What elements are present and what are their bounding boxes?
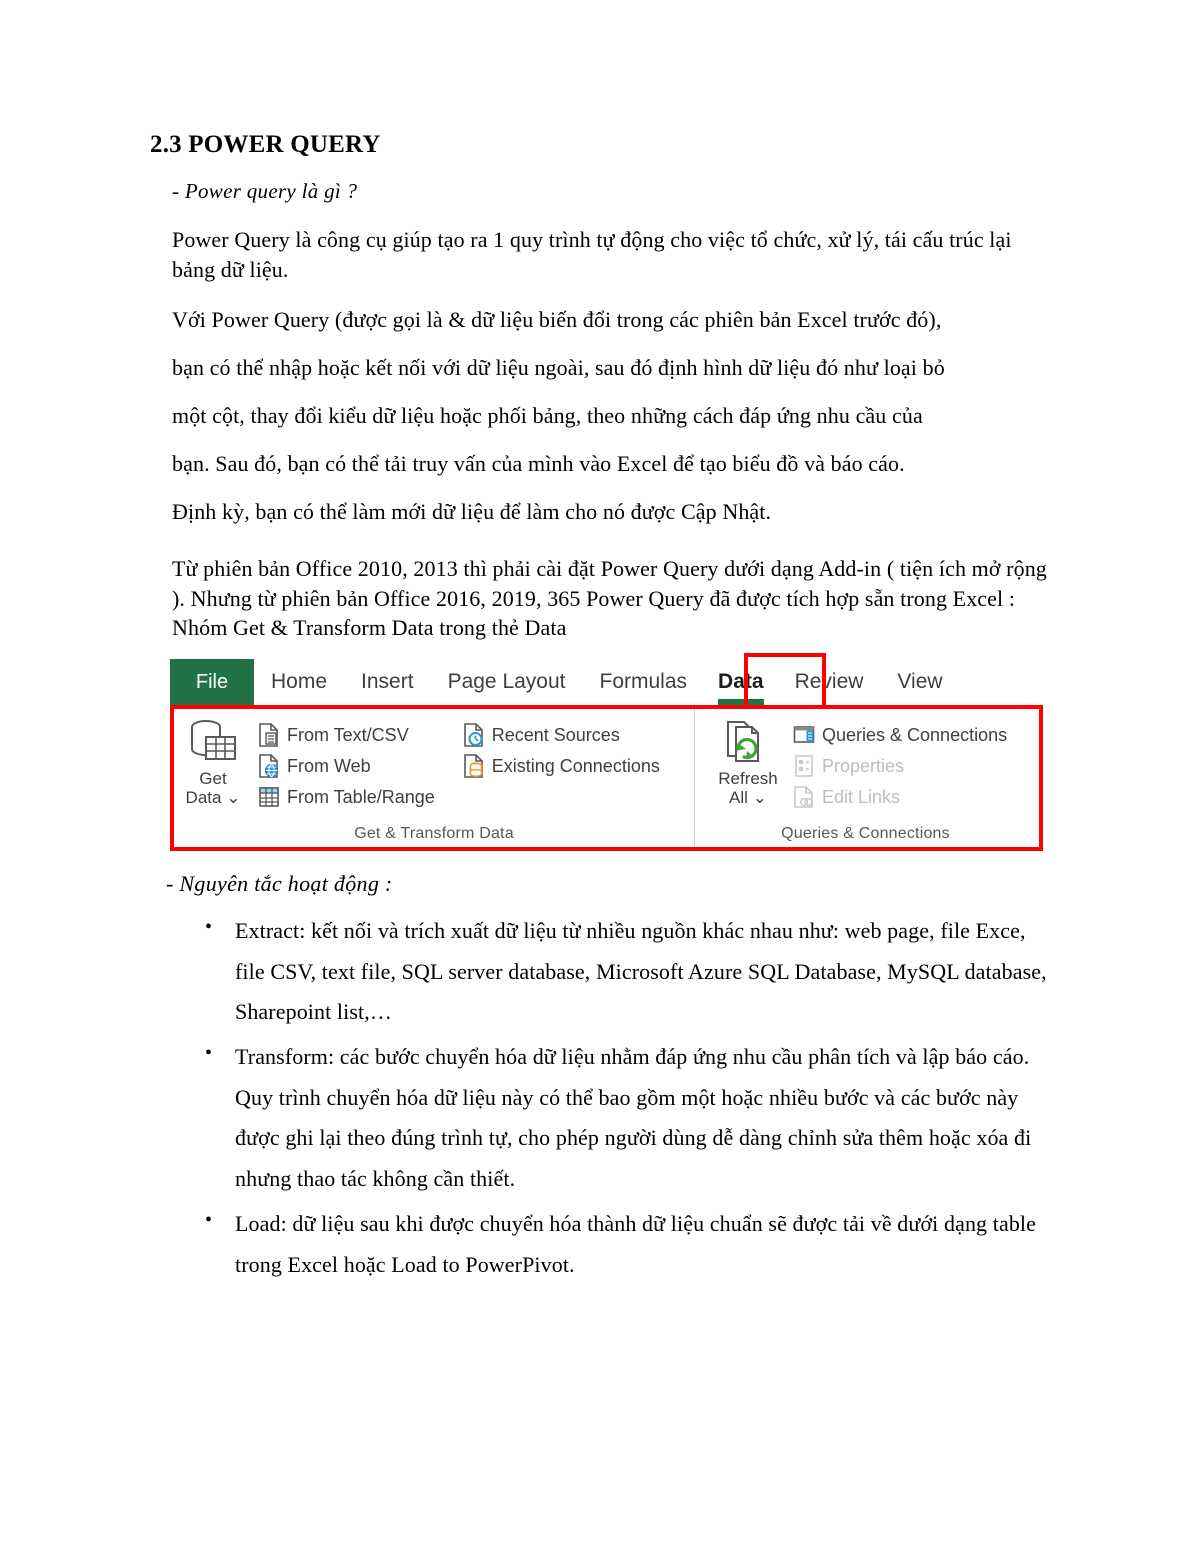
list-item: Transform: các bước chuyển hóa dữ liệu n… — [200, 1035, 1060, 1200]
subheading-power-query-definition: - Power query là gì ? — [172, 179, 358, 203]
page-title: 2.3 POWER QUERY — [150, 131, 381, 158]
ribbon-content-area: Get Data ⌄ From Text/CSV From Web From T… — [170, 705, 1043, 852]
ribbon-tab-page-layout-label: Page Layout — [447, 670, 566, 694]
from-table-range-button[interactable]: From Table/Range — [258, 783, 435, 811]
database-table-icon — [191, 720, 236, 761]
ribbon-tab-data-label: Data — [718, 670, 764, 694]
edit-links-button[interactable]: Edit Links — [793, 783, 1007, 811]
paragraph-usage-line-1: Với Power Query (được gọi là & dữ liệu b… — [172, 306, 942, 332]
edit-links-icon — [794, 786, 813, 808]
properties-button[interactable]: Properties — [793, 752, 1007, 780]
file-globe-icon — [259, 754, 279, 778]
refresh-all-button-label-line2: All ⌄ — [729, 788, 767, 808]
get-transform-command-column-2: Recent Sources Existing Connections — [463, 715, 660, 811]
get-data-button-label-line1: Get — [199, 769, 227, 789]
ribbon-tab-data[interactable]: Data — [704, 659, 778, 710]
document-content: 2.3 POWER QUERY - Power query là gì ? Po… — [150, 130, 1060, 1289]
ribbon-tab-formulas[interactable]: Formulas — [583, 659, 705, 705]
column-spacer — [463, 783, 660, 811]
file-database-icon — [463, 754, 483, 778]
refresh-all-button-label-line1: Refresh — [718, 769, 778, 789]
get-data-button[interactable]: Get Data ⌄ — [174, 715, 252, 807]
from-web-button[interactable]: From Web — [258, 752, 435, 780]
ribbon-tab-home-label: Home — [271, 670, 328, 694]
ribbon-tab-view-label: View — [897, 670, 943, 694]
from-text-csv-button[interactable]: From Text/CSV — [258, 721, 435, 749]
existing-connections-label: Existing Connections — [491, 755, 660, 776]
ribbon-tab-insert[interactable]: Insert — [344, 659, 431, 705]
edit-links-label: Edit Links — [822, 786, 901, 807]
excel-ribbon-figure: File Home Insert Page Layout Formulas Da… — [170, 653, 1043, 852]
principles-bullet-list: Extract: kết nối và trích xuất dữ liệu t… — [150, 909, 1060, 1285]
file-clock-icon — [463, 723, 483, 747]
from-table-range-label: From Table/Range — [287, 786, 435, 807]
document-page: 2.3 POWER QUERY - Power query là gì ? Po… — [0, 0, 1200, 1553]
ribbon-tab-bar: File Home Insert Page Layout Formulas Da… — [170, 653, 1043, 710]
recent-sources-label: Recent Sources — [491, 724, 620, 745]
ribbon-tab-insert-label: Insert — [361, 670, 414, 694]
paragraph-usage-line-4: bạn. Sau đó, bạn có thể tải truy vấn của… — [172, 450, 905, 476]
paragraph-usage-line-5: Định kỳ, bạn có thể làm mới dữ liệu để l… — [172, 498, 772, 524]
file-text-icon — [259, 723, 278, 747]
ribbon-group-queries-connections: Refresh All ⌄ Queries & Connections Prop… — [694, 709, 1036, 848]
refresh-all-button[interactable]: Refresh All ⌄ — [709, 715, 787, 807]
ribbon-tab-formulas-label: Formulas — [599, 670, 688, 694]
paragraph-usage-line-2: bạn có thể nhập hoặc kết nối với dữ liệu… — [172, 354, 945, 380]
get-data-button-label-line2: Data ⌄ — [185, 788, 241, 808]
group-label-get-transform-data: Get & Transform Data — [354, 825, 514, 843]
from-web-label: From Web — [287, 755, 371, 776]
refresh-all-icon — [727, 721, 759, 763]
get-transform-command-column-1: From Text/CSV From Web From Table/Range — [258, 715, 435, 811]
queries-and-connections-label: Queries & Connections — [822, 724, 1008, 745]
queries-pane-icon — [793, 726, 815, 743]
list-item: Load: dữ liệu sau khi được chuyển hóa th… — [200, 1202, 1060, 1285]
properties-label: Properties — [822, 755, 905, 776]
ribbon-tab-review-label: Review — [794, 670, 864, 694]
existing-connections-button[interactable]: Existing Connections — [463, 752, 660, 780]
properties-icon — [795, 755, 813, 777]
ribbon-tab-home[interactable]: Home — [254, 659, 344, 705]
ribbon-group-get-transform-data: Get Data ⌄ From Text/CSV From Web From T… — [174, 709, 694, 847]
ribbon-tab-page-layout[interactable]: Page Layout — [431, 659, 583, 705]
chevron-down-icon: ⌄ — [752, 788, 767, 808]
from-text-csv-label: From Text/CSV — [287, 724, 409, 745]
recent-sources-button[interactable]: Recent Sources — [463, 721, 660, 749]
ribbon-tab-review[interactable]: Review — [778, 659, 881, 705]
chevron-down-icon: ⌄ — [226, 788, 241, 808]
paragraph-office-versions: Từ phiên bản Office 2010, 2013 thì phải … — [172, 555, 1047, 641]
queries-and-connections-button[interactable]: Queries & Connections — [793, 721, 1007, 749]
ribbon-tab-file-label: File — [195, 670, 229, 693]
table-grid-icon — [259, 787, 279, 807]
group-label-queries-connections: Queries & Connections — [781, 825, 950, 843]
list-item: Extract: kết nối và trích xuất dữ liệu t… — [200, 909, 1060, 1033]
ribbon-tab-view[interactable]: View — [880, 659, 959, 705]
queries-connections-command-column: Queries & Connections Properties Edit Li… — [793, 715, 1007, 811]
paragraph-definition: Power Query là công cụ giúp tạo ra 1 quy… — [172, 227, 1012, 282]
paragraph-usage-line-3: một cột, thay đổi kiểu dữ liệu hoặc phối… — [172, 402, 923, 428]
subheading-operating-principle: - Nguyên tắc hoạt động : — [166, 871, 393, 897]
ribbon-tab-file[interactable]: File — [170, 659, 254, 706]
